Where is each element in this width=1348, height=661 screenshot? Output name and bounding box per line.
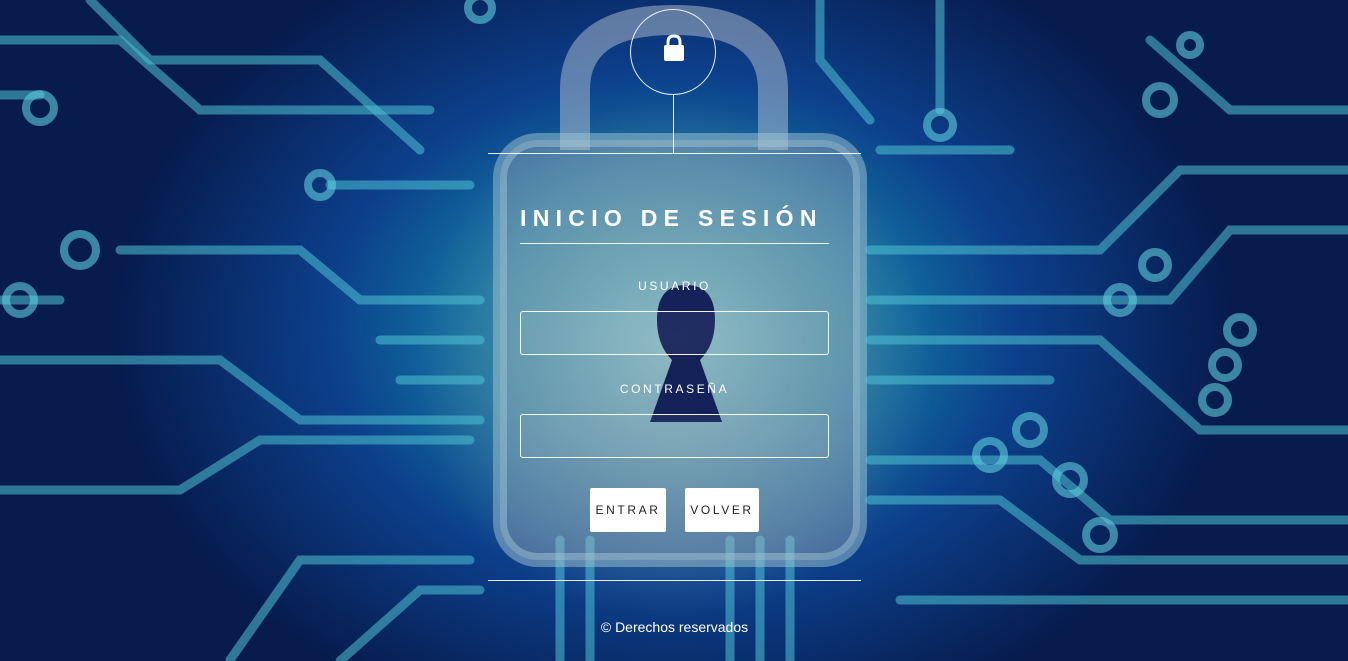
top-divider xyxy=(488,153,861,154)
lock-icon xyxy=(664,34,684,61)
back-button[interactable]: VOLVER xyxy=(685,488,759,532)
password-label: CONTRASEÑA xyxy=(619,382,730,396)
username-label: USUARIO xyxy=(638,279,711,293)
password-input[interactable] xyxy=(520,414,829,458)
username-input[interactable] xyxy=(520,311,829,355)
login-button[interactable]: ENTRAR xyxy=(590,488,666,532)
title-underline xyxy=(520,243,829,244)
bottom-divider xyxy=(488,580,861,581)
login-page: INICIO DE SESIÓN USUARIO CONTRASEÑA ENTR… xyxy=(0,0,1348,661)
connector-line xyxy=(673,95,674,153)
copyright-text: © Derechos reservados xyxy=(600,619,749,635)
page-title: INICIO DE SESIÓN xyxy=(520,205,823,231)
